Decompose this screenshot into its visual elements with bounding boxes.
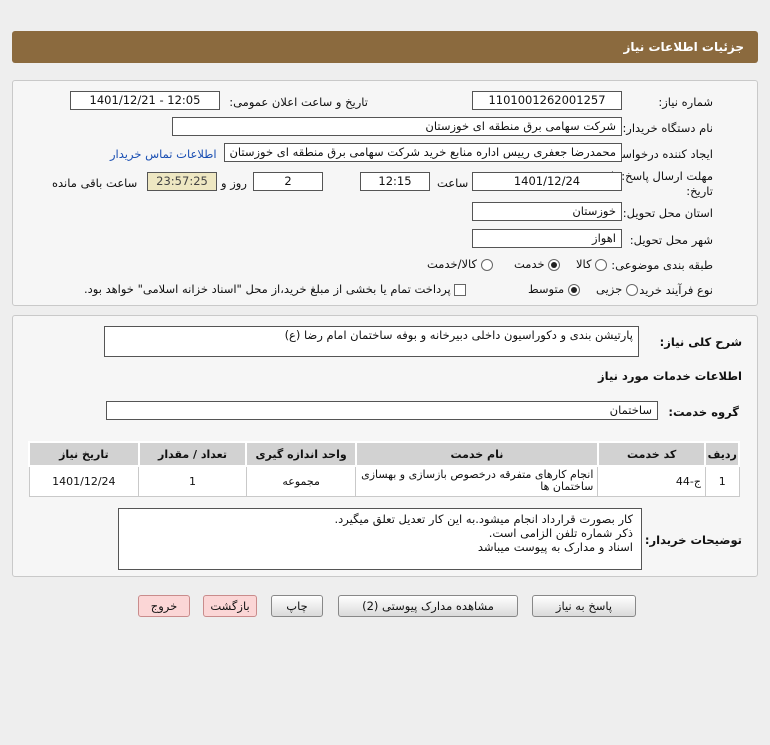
payment-option[interactable]: پرداخت تمام یا بخشی از مبلغ خرید،از محل … <box>84 282 467 296</box>
print-button[interactable]: چاپ <box>271 595 323 617</box>
process-label: نوع فرآیند خرید : <box>631 283 713 297</box>
cell-service-code: ج-44 <box>597 465 706 497</box>
services-heading: اطلاعات خدمات مورد نیاز <box>598 369 742 383</box>
col-unit: واحد اندازه گیری <box>245 441 357 467</box>
view-attachments-button[interactable]: مشاهده مدارک پیوستی (2) <box>338 595 518 617</box>
summary-field: پارتیشن بندی و دکوراسیون داخلی دبیرخانه … <box>104 326 639 357</box>
deadline-date-field: 1401/12/24 <box>472 172 622 191</box>
reply-button[interactable]: پاسخ به نیاز <box>532 595 636 617</box>
summary-label: شرح کلی نیاز: <box>659 335 742 349</box>
category-option-goods-service[interactable]: کالا/خدمت <box>427 257 493 271</box>
creator-label: ایجاد کننده درخواست: <box>607 147 713 161</box>
city-field: اهواز <box>472 229 622 248</box>
radio-goods[interactable] <box>595 258 608 271</box>
radio-medium[interactable] <box>567 283 580 296</box>
cell-quantity: 1 <box>138 465 247 497</box>
need-number-label: شماره نیاز: <box>658 95 713 109</box>
radio-minor[interactable] <box>625 283 638 296</box>
announce-label: تاریخ و ساعت اعلان عمومی: <box>229 95 368 109</box>
cell-need-date: 1401/12/24 <box>28 465 140 497</box>
process-option-medium[interactable]: متوسط <box>528 282 580 296</box>
buyer-contact-link[interactable]: اطلاعات تماس خریدار <box>110 147 217 161</box>
col-service-code: کد خدمت <box>596 441 707 467</box>
remaining-timer: 23:57:25 <box>147 172 217 191</box>
province-field: خوزستان <box>472 202 622 221</box>
services-table: ردیف کد خدمت نام خدمت واحد اندازه گیری ت… <box>28 441 740 497</box>
table-row: 1 ج-44 انجام کارهای متفرقه درخصوص بازساز… <box>28 465 740 497</box>
days-label: روز و <box>221 176 247 190</box>
page-title: جزئیات اطلاعات نیاز <box>623 40 744 54</box>
note-line: کار بصورت قرارداد انجام میشود.به این کار… <box>334 512 633 526</box>
city-label: شهر محل تحویل: <box>629 233 713 247</box>
col-row: ردیف <box>704 441 740 467</box>
buyer-notes-box: کار بصورت قرارداد انجام میشود.به این کار… <box>118 508 642 570</box>
cell-row: 1 <box>704 465 740 497</box>
radio-goods-service[interactable] <box>480 258 493 271</box>
category-option-service[interactable]: خدمت <box>514 257 561 271</box>
process-option-minor[interactable]: جزیی <box>596 282 638 296</box>
payment-checkbox[interactable] <box>454 283 467 296</box>
service-group-label: گروه خدمت: <box>668 405 739 419</box>
table-header-row: ردیف کد خدمت نام خدمت واحد اندازه گیری ت… <box>28 441 740 467</box>
deadline-time-field: 12:15 <box>360 172 430 191</box>
remaining-label: ساعت باقی مانده <box>52 176 138 190</box>
col-quantity: تعداد / مقدار <box>137 441 248 467</box>
province-label: استان محل تحویل: <box>622 206 713 220</box>
note-line: ذکر شماره تلفن الزامی است. <box>488 526 633 540</box>
back-button[interactable]: بازگشت <box>203 595 257 617</box>
radio-service[interactable] <box>548 258 561 271</box>
buyer-label: نام دستگاه خریدار: <box>622 121 713 135</box>
category-label: طبقه بندی موضوعی: <box>611 258 713 272</box>
days-field: 2 <box>253 172 323 191</box>
exit-button[interactable]: خروج <box>138 595 190 617</box>
creator-field: محمدرضا جعفری رییس اداره منابع خرید شرکت… <box>224 143 622 162</box>
page-title-bar: جزئیات اطلاعات نیاز <box>12 31 758 63</box>
announce-field: 1401/12/21 - 12:05 <box>70 91 220 110</box>
service-group-field: ساختمان <box>106 401 658 420</box>
need-number-field: 1101001262001257 <box>472 91 622 110</box>
col-need-date: تاریخ نیاز <box>28 441 140 467</box>
buyer-notes-label: توضیحات خریدار: <box>644 533 742 547</box>
cell-service-name: انجام کارهای متفرقه درخصوص بازسازی و بهس… <box>355 465 599 497</box>
col-service-name: نام خدمت <box>354 441 599 467</box>
category-option-goods[interactable]: کالا <box>576 257 608 271</box>
deadline-time-label: ساعت <box>437 176 469 190</box>
note-line: اسناد و مدارک به پیوست میباشد <box>477 540 633 554</box>
buyer-field: شرکت سهامی برق منطقه ای خوزستان <box>172 117 622 136</box>
cell-unit: مجموعه <box>245 465 357 497</box>
